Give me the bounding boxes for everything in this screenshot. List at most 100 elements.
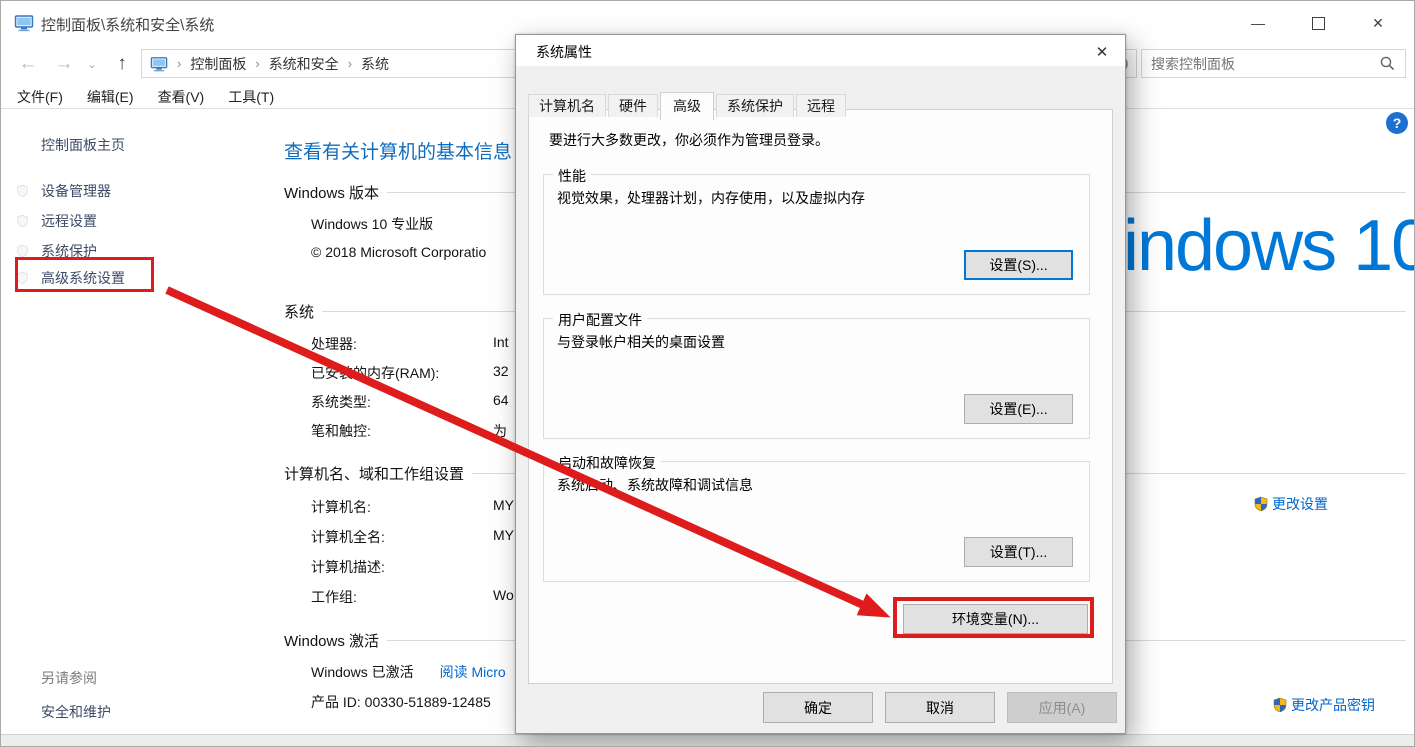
section-label: 系统 (284, 304, 315, 321)
group-legend: 性能 (553, 166, 591, 186)
read-license-link[interactable]: 阅读 Micro (440, 664, 506, 680)
search-input[interactable]: 搜索控制面板 (1151, 54, 1379, 74)
row-label: 计算机描述: (311, 559, 385, 575)
row-label: 计算机名: (311, 499, 371, 515)
row-label: 笔和触控: (311, 423, 371, 439)
uac-shield-icon (1272, 697, 1288, 713)
search-icon[interactable] (1379, 55, 1396, 72)
window-title: 控制面板\系统和安全\系统 (41, 17, 215, 34)
group-user-profiles: 用户配置文件 与登录帐户相关的桌面设置 设置(E)... (543, 310, 1090, 439)
row-label: 系统类型: (311, 394, 371, 410)
sidebar-see-also-header: 另请参阅 (41, 670, 97, 686)
row-processor: 处理器: Int (311, 334, 509, 354)
breadcrumb-system[interactable]: 系统 (361, 54, 389, 74)
row-system-type: 系统类型: 64 (311, 392, 509, 412)
row-value: MY (493, 497, 514, 513)
annotation-highlight-advanced-settings (15, 257, 154, 292)
row-value: MY (493, 527, 514, 543)
dialog-close-button[interactable]: ✕ (1087, 40, 1117, 64)
shield-icon (16, 184, 29, 198)
maximize-icon (1311, 16, 1325, 30)
group-performance: 性能 视觉效果，处理器计划，内存使用，以及虚拟内存 设置(S)... (543, 166, 1090, 295)
row-description: 计算机描述: (311, 557, 493, 577)
apply-button: 应用(A) (1007, 692, 1117, 723)
shield-icon (16, 244, 29, 258)
section-label: Windows 激活 (284, 633, 380, 650)
close-button[interactable]: ✕ (1348, 7, 1408, 39)
maximize-button[interactable] (1288, 7, 1348, 39)
menu-tools[interactable]: 工具(T) (216, 85, 286, 107)
group-startup-recovery: 启动和故障恢复 系统启动、系统故障和调试信息 设置(T)... (543, 453, 1090, 582)
row-value: 32 (493, 363, 509, 379)
windows-copyright: © 2018 Microsoft Corporatio (311, 244, 487, 260)
sidebar-item-security-maintenance[interactable]: 安全和维护 (41, 702, 111, 722)
row-value: Wo (493, 587, 514, 603)
breadcrumb-system-security[interactable]: 系统和安全 (269, 54, 339, 74)
link-label: 更改产品密钥 (1291, 697, 1375, 713)
dialog-tabs: 计算机名 硬件 高级 系统保护 远程 (528, 89, 848, 120)
tab-hardware[interactable]: 硬件 (608, 94, 658, 117)
breadcrumb-pc-icon (150, 55, 168, 73)
dialog-title: 系统属性 (536, 44, 592, 60)
minimize-icon: — (1251, 15, 1265, 31)
performance-settings-button[interactable]: 设置(S)... (964, 250, 1073, 280)
row-ram: 已安装的内存(RAM): 32 (311, 363, 509, 383)
page-title: 查看有关计算机的基本信息 (284, 142, 513, 163)
admin-note: 要进行大多数更改，你必须作为管理员登录。 (549, 132, 829, 148)
activation-status: Windows 已激活 阅读 Micro (311, 662, 506, 682)
change-settings-link[interactable]: 更改设置 (1253, 494, 1328, 514)
sidebar-item-remote-settings[interactable]: 远程设置 (41, 211, 97, 231)
change-product-key-link[interactable]: 更改产品密钥 (1272, 695, 1375, 715)
breadcrumb-control-panel[interactable]: 控制面板 (190, 54, 246, 74)
forward-button[interactable]: → (49, 49, 79, 79)
dialog-titlebar[interactable]: 系统属性 ✕ (516, 35, 1125, 66)
tab-computer-name[interactable]: 计算机名 (528, 94, 606, 117)
crumb-separator-icon: › (177, 56, 182, 71)
sidebar-item-home[interactable]: 控制面板主页 (41, 135, 125, 155)
link-label: 更改设置 (1272, 496, 1328, 512)
menu-file[interactable]: 文件(F) (5, 85, 75, 107)
group-legend: 启动和故障恢复 (553, 453, 661, 473)
group-legend: 用户配置文件 (553, 310, 647, 330)
row-full-name: 计算机全名: MY (311, 527, 514, 547)
tab-remote[interactable]: 远程 (796, 94, 846, 117)
cancel-button[interactable]: 取消 (885, 692, 995, 723)
tab-advanced[interactable]: 高级 (660, 92, 714, 120)
control-panel-window: 控制面板\系统和安全\系统 — ✕ ← → ⌄ ↑ › 控制面板 › 系统和安全… (0, 0, 1415, 747)
up-button[interactable]: ↑ (107, 49, 137, 79)
menu-view[interactable]: 查看(V) (146, 85, 217, 107)
windows-edition-name: Windows 10 专业版 (311, 216, 434, 232)
section-label: 计算机名、域和工作组设置 (284, 466, 465, 483)
user-profiles-settings-button[interactable]: 设置(E)... (964, 394, 1073, 424)
help-icon[interactable]: ? (1386, 112, 1408, 134)
search-box[interactable]: 搜索控制面板 (1141, 49, 1406, 78)
chevron-down-icon: ⌄ (87, 58, 97, 71)
window-controls: — ✕ (1228, 7, 1408, 39)
menu-bar: 文件(F) 编辑(E) 查看(V) 工具(T) (5, 85, 286, 107)
close-icon: ✕ (1095, 44, 1109, 61)
forward-icon: → (54, 53, 74, 74)
uac-shield-icon (1253, 496, 1269, 512)
group-description: 视觉效果，处理器计划，内存使用，以及虚拟内存 (557, 190, 865, 206)
row-label: 工作组: (311, 589, 357, 605)
row-value: 64 (493, 392, 509, 408)
group-description: 与登录帐户相关的桌面设置 (557, 334, 725, 350)
window-bottom-strip (1, 734, 1414, 746)
menu-edit[interactable]: 编辑(E) (75, 85, 146, 107)
system-app-icon (14, 13, 34, 33)
sidebar-item-device-manager[interactable]: 设备管理器 (41, 181, 111, 201)
row-workgroup: 工作组: Wo (311, 587, 514, 607)
minimize-button[interactable]: — (1228, 7, 1288, 39)
row-label: 处理器: (311, 336, 357, 352)
ok-button[interactable]: 确定 (763, 692, 873, 723)
crumb-separator-icon: › (255, 56, 260, 71)
back-button[interactable]: ← (13, 49, 43, 79)
row-value: Int (493, 334, 509, 350)
tab-system-protection[interactable]: 系统保护 (716, 94, 794, 117)
back-icon: ← (18, 53, 38, 74)
product-id: 产品 ID: 00330-51889-12485 (311, 694, 491, 710)
row-label: 计算机全名: (311, 529, 385, 545)
startup-recovery-settings-button[interactable]: 设置(T)... (964, 537, 1073, 567)
row-label: 已安装的内存(RAM): (311, 365, 440, 381)
history-dropdown-button[interactable]: ⌄ (83, 49, 101, 79)
